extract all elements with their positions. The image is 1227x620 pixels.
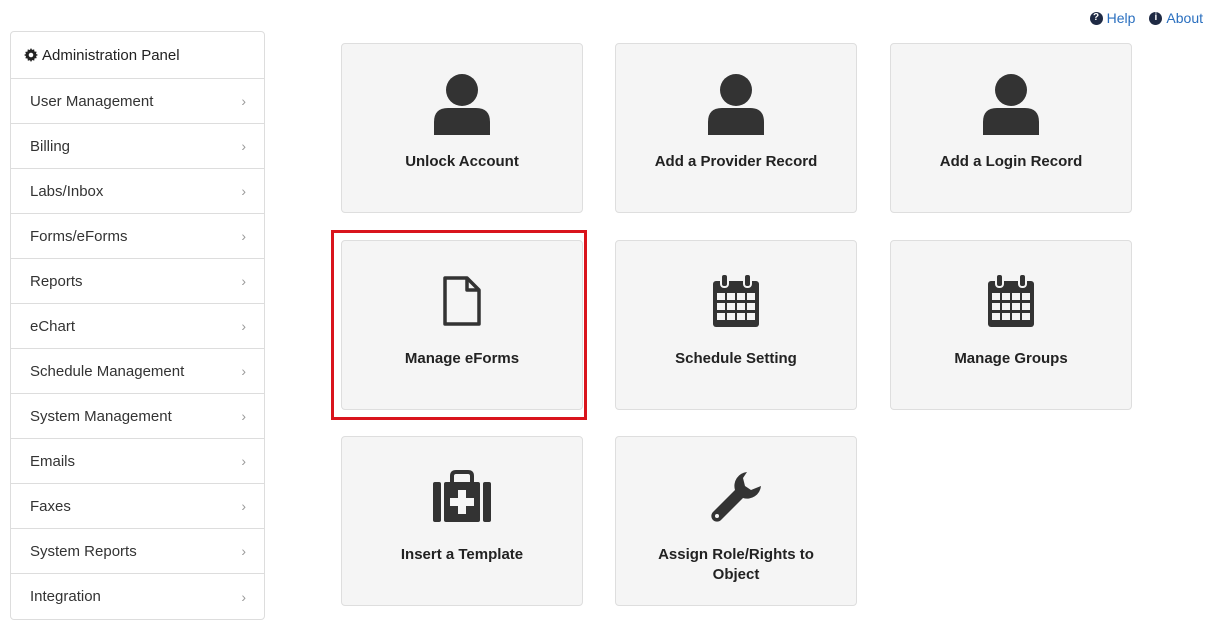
tile-assign-role-rights[interactable]: Assign Role/Rights to Object: [615, 436, 857, 606]
sidebar-item-faxes[interactable]: Faxes ›: [11, 484, 264, 529]
tile-label: Insert a Template: [400, 546, 524, 563]
chevron-right-icon: ›: [241, 543, 246, 559]
tile-label: Add a Provider Record: [654, 153, 818, 170]
chevron-right-icon: ›: [241, 273, 246, 289]
sidebar-item-label: User Management: [30, 92, 154, 110]
sidebar-header: Administration Panel: [11, 32, 264, 79]
tile-label: Manage Groups: [954, 350, 1068, 367]
chevron-right-icon: ›: [241, 318, 246, 334]
chevron-right-icon: ›: [241, 453, 246, 469]
tile-label: Schedule Setting: [675, 350, 797, 367]
chevron-right-icon: ›: [241, 138, 246, 154]
tile-manage-groups[interactable]: Manage Groups: [890, 240, 1132, 410]
chevron-right-icon: ›: [241, 93, 246, 109]
tile-add-login-record[interactable]: Add a Login Record: [890, 43, 1132, 213]
sidebar-item-label: eChart: [30, 317, 76, 335]
about-label: About: [1166, 10, 1203, 26]
tile-label: Manage eForms: [404, 350, 520, 367]
sidebar-item-system-management[interactable]: System Management ›: [11, 394, 264, 439]
tile-add-provider-record[interactable]: Add a Provider Record: [615, 43, 857, 213]
sidebar-item-label: Billing: [30, 137, 71, 155]
sidebar-item-label: System Reports: [30, 542, 137, 560]
user-icon: [983, 74, 1039, 135]
sidebar-item-emails[interactable]: Emails ›: [11, 439, 264, 484]
sidebar-item-label: Labs/Inbox: [30, 182, 104, 200]
sidebar-item-label: Forms/eForms: [30, 227, 128, 245]
top-links: ? Help i About: [1089, 10, 1203, 26]
sidebar-item-reports[interactable]: Reports ›: [11, 259, 264, 304]
chevron-right-icon: ›: [241, 588, 246, 605]
sidebar-item-billing[interactable]: Billing ›: [11, 124, 264, 169]
chevron-right-icon: ›: [241, 498, 246, 514]
chevron-right-icon: ›: [241, 183, 246, 199]
file-icon: [443, 276, 481, 326]
wrench-icon: [711, 472, 761, 522]
tile-label: Assign Role/Rights to Object: [658, 546, 814, 583]
sidebar-item-schedule-management[interactable]: Schedule Management ›: [11, 349, 264, 394]
user-icon: [708, 74, 764, 135]
sidebar-item-label: System Management: [30, 407, 172, 425]
sidebar-item-label: Integration: [30, 588, 101, 605]
admin-sidebar: Administration Panel User Management › B…: [10, 31, 265, 620]
sidebar-item-labs-inbox[interactable]: Labs/Inbox ›: [11, 169, 264, 214]
sidebar-item-echart[interactable]: eChart ›: [11, 304, 264, 349]
medkit-icon: [433, 470, 491, 522]
tile-label: Add a Login Record: [939, 153, 1083, 170]
sidebar-title: Administration Panel: [42, 46, 180, 64]
sidebar-item-label: Faxes: [30, 497, 71, 515]
chevron-right-icon: ›: [241, 228, 246, 244]
info-circle-icon: i: [1149, 11, 1163, 25]
about-link[interactable]: i About: [1149, 10, 1203, 26]
tile-label: Unlock Account: [405, 153, 519, 170]
sidebar-item-integration[interactable]: Integration ›: [11, 574, 264, 619]
sidebar-item-system-reports[interactable]: System Reports ›: [11, 529, 264, 574]
sidebar-item-label: Reports: [30, 272, 83, 290]
chevron-right-icon: ›: [241, 408, 246, 424]
tile-unlock-account[interactable]: Unlock Account: [341, 43, 583, 213]
tile-manage-eforms[interactable]: Manage eForms: [341, 240, 583, 410]
tile-insert-template[interactable]: Insert a Template: [341, 436, 583, 606]
tile-schedule-setting[interactable]: Schedule Setting: [615, 240, 857, 410]
help-label: Help: [1106, 10, 1136, 26]
sidebar-item-user-management[interactable]: User Management ›: [11, 79, 264, 124]
question-circle-icon: ?: [1089, 11, 1103, 25]
calendar-icon: [988, 273, 1034, 327]
help-link[interactable]: ? Help: [1089, 10, 1136, 26]
calendar-icon: [713, 273, 759, 327]
sidebar-item-label: Emails: [30, 452, 76, 470]
user-icon: [434, 74, 490, 135]
chevron-right-icon: ›: [241, 363, 246, 379]
sidebar-item-forms-eforms[interactable]: Forms/eForms ›: [11, 214, 264, 259]
sidebar-item-label: Schedule Management: [30, 362, 185, 380]
gear-icon: [24, 48, 38, 62]
